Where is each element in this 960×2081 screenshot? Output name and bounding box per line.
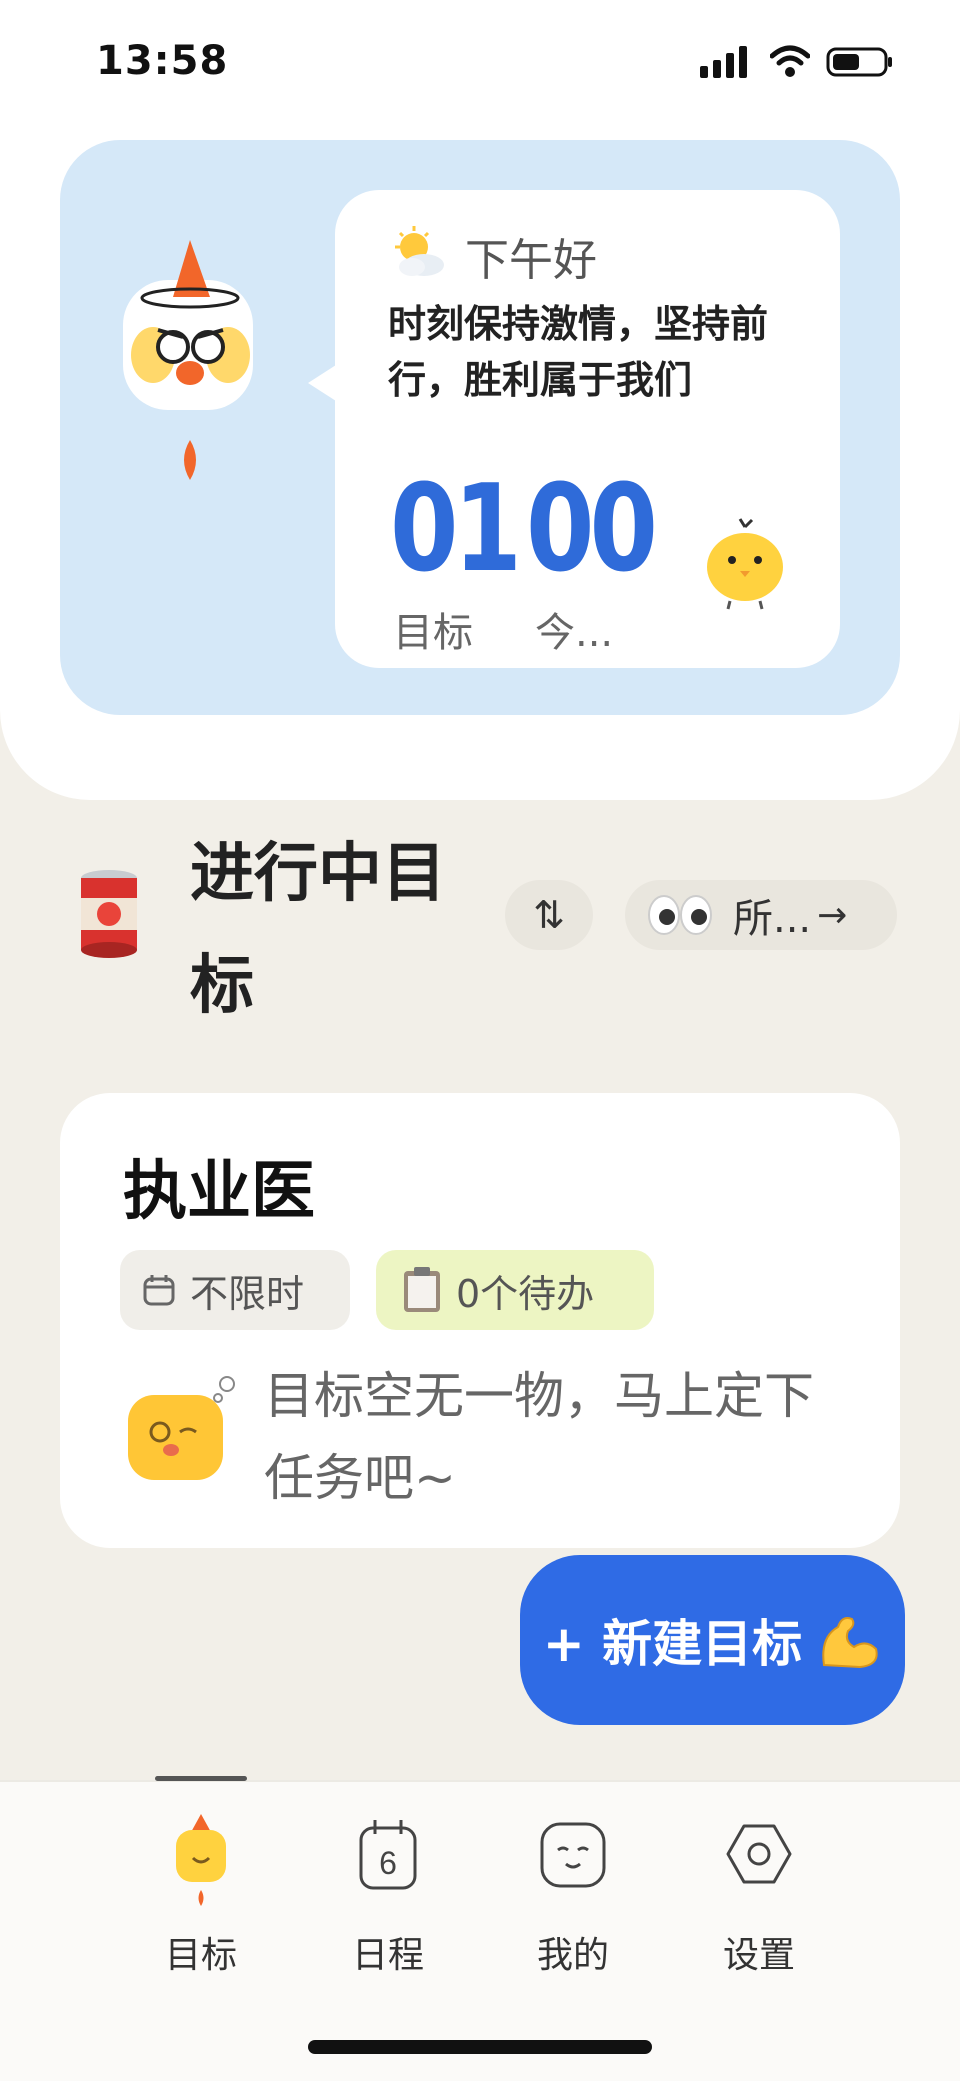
filter-all-button[interactable]: 所... → [625, 880, 897, 950]
tab-mine-icon [540, 1822, 606, 1888]
tab-goals-icon [176, 1814, 226, 1906]
wifi-icon [770, 45, 810, 77]
empty-state-text: 目标空无一物，马上定下任务吧~ [264, 1367, 814, 1507]
arrow-right-icon: → [817, 894, 848, 936]
sort-button[interactable]: ⇅ [505, 880, 593, 950]
tab-schedule-icon: 6 [359, 1820, 417, 1890]
filter-label: 所... [733, 896, 812, 942]
todo-count-label: 0个待办 [456, 1271, 595, 1316]
signal-icon [700, 46, 747, 78]
new-goal-button[interactable]: + 新建目标 [520, 1555, 905, 1725]
can-icon [81, 870, 137, 958]
mascot-icon [123, 240, 253, 480]
tab-goals[interactable]: 目标 [131, 1812, 271, 1976]
greeting-text: 下午好 [465, 235, 597, 286]
goal-title: 执业医 [123, 1155, 315, 1229]
weather-sun-cloud-icon [395, 226, 444, 276]
flexed-arm-icon [822, 1617, 878, 1669]
goals-count: 01 [390, 460, 522, 599]
tab-schedule-label: 日程 [351, 1935, 424, 1976]
tab-settings[interactable]: 设置 [689, 1812, 829, 1976]
time-limit-label: 不限时 [190, 1271, 305, 1316]
tab-settings-icon [726, 1824, 792, 1884]
eyes-icon [648, 895, 712, 935]
goals-count-label: 目标 [393, 610, 473, 656]
tab-settings-label: 设置 [722, 1935, 795, 1976]
active-tab-indicator [155, 1776, 247, 1781]
tab-goals-label: 目标 [164, 1935, 237, 1976]
clipboard-icon [404, 1267, 440, 1312]
svg-text:6: 6 [379, 1845, 397, 1881]
time-limit-tag: 不限时 [120, 1250, 350, 1330]
battery-icon [826, 47, 892, 77]
calendar-icon [143, 1275, 175, 1306]
today-count-label: 今... [535, 610, 614, 656]
new-goal-label: + 新建目标 [542, 1615, 803, 1673]
section-title: 进行中目标 [190, 837, 446, 1023]
tab-mine[interactable]: 我的 [503, 1812, 643, 1976]
bubble-tail [308, 365, 336, 401]
sort-icon: ⇅ [533, 893, 565, 937]
chick-icon [707, 518, 783, 610]
sleepy-bun-icon [128, 1376, 235, 1480]
todo-count-tag: 0个待办 [376, 1250, 654, 1330]
tab-mine-label: 我的 [536, 1935, 609, 1976]
home-indicator [308, 2040, 652, 2054]
today-count: 00 [526, 460, 658, 599]
tab-schedule[interactable]: 6 日程 [318, 1812, 458, 1976]
status-time: 13:58 [96, 38, 229, 84]
motto-text: 时刻保持激情，坚持前行，胜利属于我们 [388, 302, 769, 402]
